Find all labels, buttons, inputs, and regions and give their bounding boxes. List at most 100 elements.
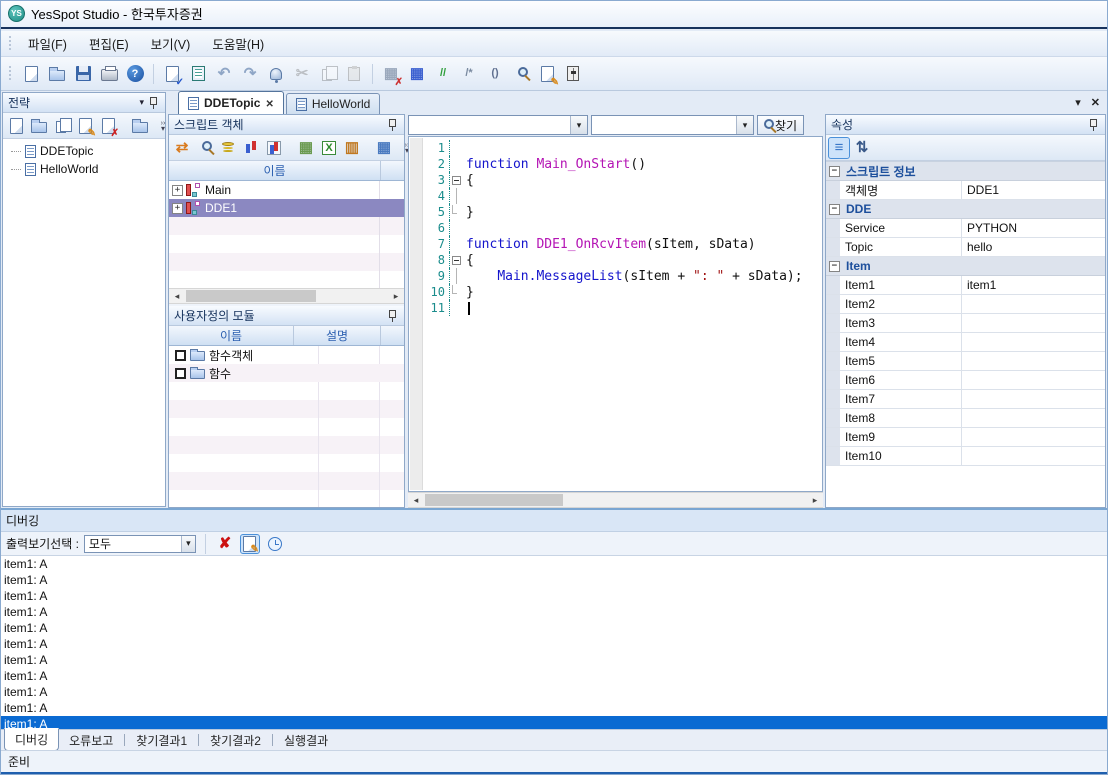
collapse-icon[interactable] bbox=[829, 166, 840, 177]
log-line[interactable]: item1: A bbox=[0, 668, 1108, 684]
pin-icon[interactable] bbox=[389, 310, 396, 318]
save-icon[interactable] bbox=[71, 62, 95, 86]
bottom-tab-1[interactable]: 디버깅 bbox=[4, 728, 59, 751]
output-filter-combo[interactable]: 모두 bbox=[84, 535, 196, 553]
pin-icon[interactable] bbox=[389, 119, 396, 127]
comment-line-icon[interactable]: // bbox=[431, 62, 455, 86]
scroll-left-icon[interactable] bbox=[169, 289, 185, 303]
compile-icon[interactable] bbox=[186, 62, 210, 86]
log-line[interactable]: item1: A bbox=[0, 620, 1108, 636]
find-combo-1[interactable] bbox=[408, 115, 588, 135]
clear-log-icon[interactable]: ✘ bbox=[215, 534, 235, 554]
categorized-icon[interactable]: ≡ bbox=[828, 137, 850, 159]
scrollbar-thumb[interactable] bbox=[186, 290, 316, 302]
delete-table-icon[interactable]: ▦✗ bbox=[379, 62, 403, 86]
excel-icon[interactable]: X bbox=[318, 137, 340, 159]
fold-gutter[interactable] bbox=[450, 252, 463, 268]
edit-strategy-icon[interactable]: ✎ bbox=[74, 115, 96, 137]
chevron-down-icon[interactable] bbox=[181, 536, 195, 552]
name-column-header[interactable]: 이름 bbox=[169, 162, 380, 179]
log-line[interactable]: item1: A bbox=[0, 572, 1108, 588]
log-record-icon[interactable]: ✎ bbox=[240, 534, 260, 554]
tab-helloworld[interactable]: HelloWorld bbox=[286, 93, 380, 114]
code-editor[interactable]: 12function Main_OnStart()3{45}67function… bbox=[408, 136, 823, 492]
menu-help[interactable]: 도움말(H) bbox=[201, 30, 275, 57]
delete-strategy-icon[interactable]: ✗ bbox=[97, 115, 119, 137]
editor-hscrollbar[interactable] bbox=[408, 492, 823, 508]
bottom-tab-5[interactable]: 실행결과 bbox=[274, 730, 338, 751]
desc-column-header[interactable]: 설명 bbox=[294, 327, 380, 344]
module-checkbox[interactable] bbox=[175, 350, 186, 361]
bottom-tab-3[interactable]: 찾기결과1 bbox=[126, 730, 197, 751]
print-icon[interactable] bbox=[97, 62, 121, 86]
module-row-2[interactable]: 함수 bbox=[169, 364, 404, 382]
sort-az-icon[interactable]: ⇅ bbox=[851, 137, 873, 159]
pin-icon[interactable] bbox=[1090, 119, 1097, 127]
collapse-icon[interactable] bbox=[829, 261, 840, 272]
grid-icon[interactable]: ▦ bbox=[405, 62, 429, 86]
property-section-Item[interactable]: Item bbox=[826, 257, 1105, 276]
option-icon[interactable] bbox=[561, 62, 585, 86]
form-edit-icon[interactable]: ✎ bbox=[535, 62, 559, 86]
scroll-right-icon[interactable] bbox=[807, 493, 823, 507]
close-document-icon[interactable] bbox=[1091, 95, 1100, 109]
undo-icon[interactable]: ↶ bbox=[212, 62, 236, 86]
chevron-down-icon[interactable] bbox=[736, 116, 753, 134]
property-section-스크립트 정보[interactable]: 스크립트 정보 bbox=[826, 162, 1105, 181]
parens-icon[interactable]: () bbox=[483, 62, 507, 86]
menu-file[interactable]: 파일(F) bbox=[17, 30, 78, 57]
script-objects-hscrollbar[interactable] bbox=[169, 288, 404, 304]
module-row-1[interactable]: 함수객체 bbox=[169, 346, 404, 364]
new-file-icon[interactable] bbox=[19, 62, 43, 86]
syntax-check-icon[interactable]: ✓ bbox=[160, 62, 184, 86]
log-line[interactable]: item1: A bbox=[0, 556, 1108, 572]
menu-view[interactable]: 보기(V) bbox=[140, 30, 202, 57]
object-row-main[interactable]: Main bbox=[169, 181, 404, 199]
scrollbar-thumb[interactable] bbox=[425, 494, 563, 506]
help-icon[interactable]: ? bbox=[123, 62, 147, 86]
database-icon[interactable] bbox=[217, 137, 239, 159]
expand-icon[interactable] bbox=[172, 203, 183, 214]
calendar-icon[interactable]: ▦ bbox=[373, 137, 395, 159]
alarm-icon[interactable] bbox=[264, 62, 288, 86]
chevron-down-icon[interactable] bbox=[570, 116, 587, 134]
close-tab-icon[interactable] bbox=[265, 96, 273, 110]
log-line[interactable]: item1: A bbox=[0, 636, 1108, 652]
find-button[interactable]: 찾기 bbox=[757, 115, 804, 135]
search-icon[interactable] bbox=[509, 62, 533, 86]
new-strategy-icon[interactable] bbox=[5, 115, 27, 137]
log-line[interactable]: item1: A bbox=[0, 604, 1108, 620]
log-line[interactable]: item1: A bbox=[0, 716, 1108, 729]
log-line[interactable]: item1: A bbox=[0, 652, 1108, 668]
open-file-icon[interactable] bbox=[45, 62, 69, 86]
scroll-right-icon[interactable] bbox=[388, 289, 404, 303]
menu-edit[interactable]: 편집(E) bbox=[78, 30, 140, 57]
property-value[interactable]: PYTHON bbox=[962, 221, 1105, 235]
comment-block-icon[interactable]: /* bbox=[457, 62, 481, 86]
panel-menu-icon[interactable]: ▾ bbox=[139, 97, 144, 108]
property-value[interactable]: DDE1 bbox=[962, 183, 1105, 197]
chart-object-icon[interactable] bbox=[240, 137, 262, 159]
sidebar-item-ddetopic[interactable]: DDETopic bbox=[3, 142, 165, 160]
property-value[interactable]: item1 bbox=[962, 278, 1105, 292]
copy-strategy-icon[interactable] bbox=[51, 115, 73, 137]
scroll-left-icon[interactable] bbox=[408, 493, 424, 507]
table-add-icon[interactable]: ▦ bbox=[295, 137, 317, 159]
log-line[interactable]: item1: A bbox=[0, 588, 1108, 604]
expand-icon[interactable] bbox=[172, 185, 183, 196]
log-line[interactable]: item1: A bbox=[0, 684, 1108, 700]
fold-gutter[interactable] bbox=[450, 172, 463, 188]
log-line[interactable]: item1: A bbox=[0, 700, 1108, 716]
redo-icon[interactable]: ↷ bbox=[238, 62, 262, 86]
bottom-tab-4[interactable]: 찾기결과2 bbox=[200, 730, 271, 751]
timestamp-icon[interactable] bbox=[265, 534, 285, 554]
tab-ddetopic[interactable]: DDETopic bbox=[178, 91, 284, 114]
find-object-icon[interactable] bbox=[194, 137, 216, 159]
tab-list-dropdown-icon[interactable] bbox=[1075, 95, 1081, 109]
collapse-icon[interactable] bbox=[829, 204, 840, 215]
chart-window-icon[interactable] bbox=[263, 137, 285, 159]
find-combo-2[interactable] bbox=[591, 115, 754, 135]
sidebar-item-helloworld[interactable]: HelloWorld bbox=[3, 160, 165, 178]
module-checkbox[interactable] bbox=[175, 368, 186, 379]
property-section-DDE[interactable]: DDE bbox=[826, 200, 1105, 219]
